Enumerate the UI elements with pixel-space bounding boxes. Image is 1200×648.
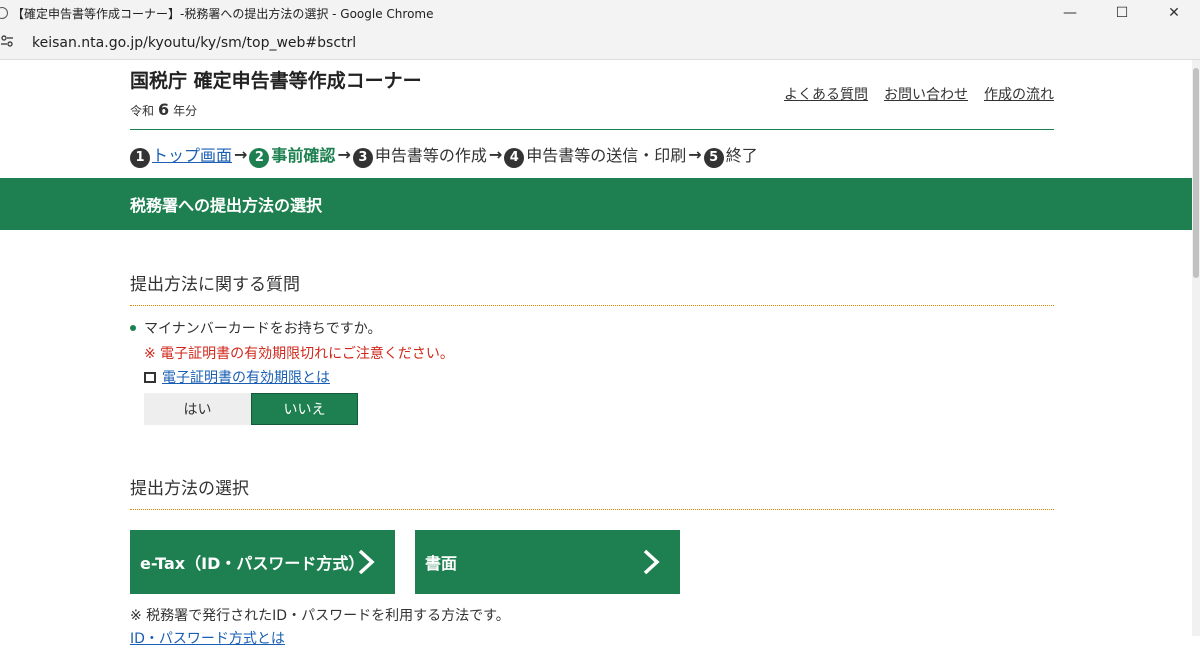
etax-note: ※ 税務署で発行されたID・パスワードを利用する方法です。	[130, 608, 510, 624]
url-text[interactable]: keisan.nta.go.jp/kyoutu/ky/sm/top_web#bs…	[32, 35, 356, 51]
paper-submission-button[interactable]: 書面	[415, 530, 680, 594]
arrow-icon: →	[688, 145, 702, 165]
question-section-heading: 提出方法に関する質問	[130, 270, 1054, 306]
site-title: 国税庁 確定申告書等作成コーナー	[130, 70, 422, 92]
step-end: 5 終了	[703, 142, 758, 168]
maximize-button[interactable]: ☐	[1096, 0, 1148, 26]
arrow-icon: →	[337, 145, 351, 165]
no-button[interactable]: いいえ	[251, 393, 358, 425]
chevron-right-icon	[358, 549, 375, 575]
chrome-icon	[0, 7, 8, 19]
close-button[interactable]: ✕	[1148, 0, 1200, 26]
window-titlebar: 【確定申告書等作成コーナー】-税務署への提出方法の選択 - Google Chr…	[0, 0, 1200, 26]
expiry-help-link[interactable]: 電子証明書の有効期限とは	[162, 367, 330, 387]
step-number: 3	[352, 147, 373, 168]
tax-year: 令和 6 年分	[130, 100, 197, 119]
question-text: マイナンバーカードをお持ちですか。	[144, 321, 382, 337]
site-info-icon[interactable]	[0, 34, 18, 52]
window-title: 【確定申告書等作成コーナー】-税務署への提出方法の選択 - Google Chr…	[12, 6, 434, 21]
step-number: 4	[504, 147, 525, 168]
yes-button[interactable]: はい	[144, 393, 251, 425]
step-number: 5	[703, 147, 724, 168]
step-send-print: 4 申告書等の送信・印刷	[504, 142, 686, 168]
etax-id-password-button[interactable]: e-Tax（ID・パスワード方式）	[130, 530, 395, 594]
page-title: 税務署への提出方法の選択	[130, 196, 323, 215]
method-section-heading: 提出方法の選択	[130, 474, 1054, 510]
page-banner: 税務署への提出方法の選択	[0, 178, 1192, 230]
year-suffix: 年分	[173, 104, 198, 118]
step-create: 3 申告書等の作成	[352, 142, 487, 168]
arrow-icon: →	[488, 145, 503, 165]
address-bar[interactable]: keisan.nta.go.jp/kyoutu/ky/sm/top_web#bs…	[0, 26, 1200, 60]
arrow-icon: →	[234, 145, 248, 165]
step-number: 2	[249, 147, 270, 168]
contact-link[interactable]: お問い合わせ	[884, 84, 968, 104]
step-top: 1 トップ画面	[130, 142, 232, 168]
flow-link[interactable]: 作成の流れ	[984, 84, 1054, 104]
etax-button-label: e-Tax（ID・パスワード方式）	[140, 554, 365, 573]
step-number: 1	[130, 147, 150, 168]
expiry-link-row: 電子証明書の有効期限とは	[144, 367, 330, 387]
step-precheck: 2 事前確認	[249, 142, 335, 168]
expiry-warning: ※ 電子証明書の有効期限切れにご注意ください。	[144, 346, 454, 362]
chevron-right-icon	[643, 549, 660, 575]
bullet-icon	[130, 325, 136, 331]
step-label: 事前確認	[271, 146, 336, 165]
year-number: 6	[158, 100, 170, 119]
step-top-link[interactable]: トップ画面	[152, 146, 232, 165]
scrollbar-thumb[interactable]	[1193, 68, 1199, 278]
paper-button-label: 書面	[425, 554, 458, 573]
new-window-icon	[144, 371, 156, 383]
faq-link[interactable]: よくある質問	[784, 84, 868, 104]
id-password-help-link[interactable]: ID・パスワード方式とは	[130, 628, 285, 648]
question-row: マイナンバーカードをお持ちですか。	[130, 318, 381, 338]
page-scrollbar[interactable]	[1192, 60, 1200, 636]
minimize-button[interactable]: —	[1044, 0, 1096, 26]
step-label: 申告書等の送信・印刷	[526, 146, 687, 165]
era-label: 令和	[130, 104, 155, 118]
step-label: 申告書等の作成	[374, 146, 487, 165]
site-header: 国税庁 確定申告書等作成コーナー 令和 6 年分 よくある質問 お問い合わせ 作成の…	[130, 66, 1054, 130]
mynumber-card-toggle: はい いいえ	[144, 393, 358, 425]
progress-steps: 1 トップ画面 → 2 事前確認 → 3 申告書等の作成 → 4 申告書等の送信・印刷 …	[130, 142, 758, 168]
step-label: 終了	[725, 146, 758, 165]
header-links: よくある質問 お問い合わせ 作成の流れ	[784, 84, 1054, 104]
